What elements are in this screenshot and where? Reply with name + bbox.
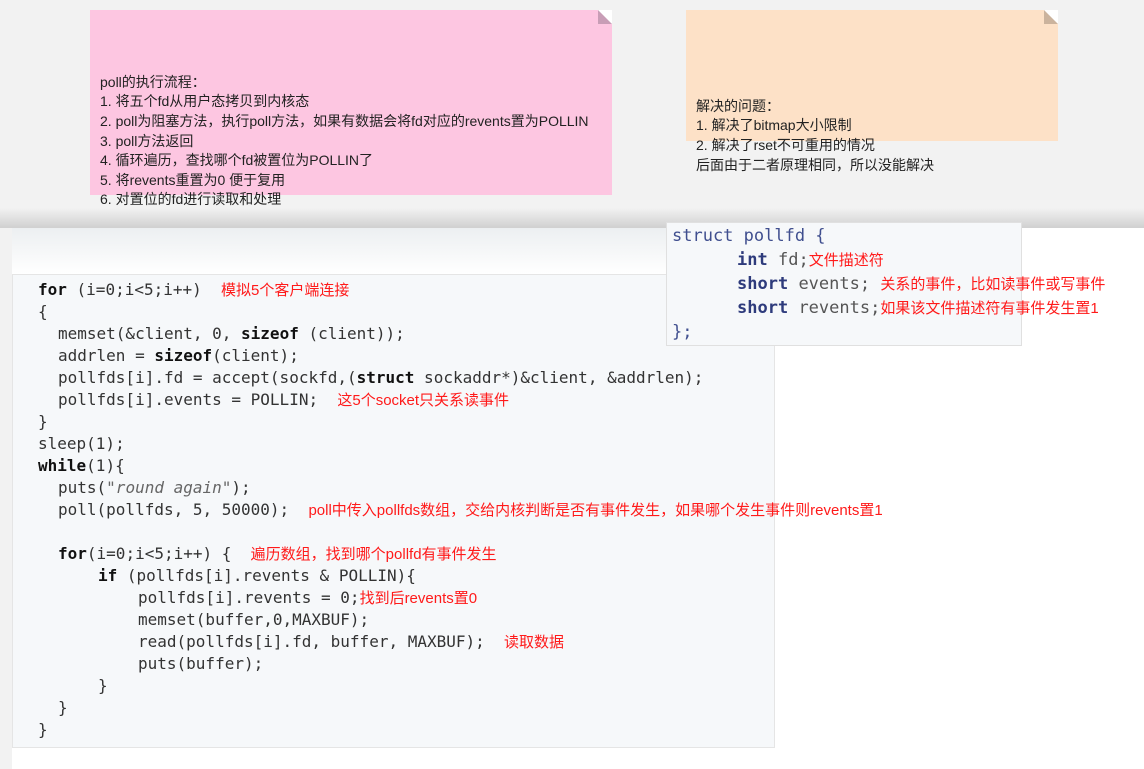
code-line: } <box>38 411 48 433</box>
keyword: while <box>38 456 87 475</box>
code-text: pollfds[i].events = POLLIN; <box>58 390 319 409</box>
code-text: memset(&client, 0, <box>58 324 242 343</box>
code-line: } <box>58 697 68 719</box>
code-text: (1){ <box>86 456 125 475</box>
code-text: sockaddr*)&client, &addrlen); <box>414 368 704 387</box>
field-name: events; <box>798 274 871 294</box>
screenshot: poll的执行流程： 1. 将五个fd从用户态拷贝到内核态 2. poll为阻塞… <box>0 0 1144 769</box>
field-annotation: 文件描述符 <box>808 252 884 269</box>
code-text: } <box>58 698 68 717</box>
field-annotation: 关系的事件，比如读事件或写事件 <box>880 276 1106 293</box>
note-fold-corner <box>598 10 612 24</box>
code-text: pollfds[i].fd = accept(sockfd,( <box>58 368 357 387</box>
code-text: read(pollfds[i].fd, buffer, MAXBUF); <box>138 632 485 651</box>
code-annotation: 找到后revents置0 <box>359 590 478 607</box>
code-annotation: 读取数据 <box>504 634 565 651</box>
code-line: sleep(1); <box>38 433 125 455</box>
poll-flow-note: poll的执行流程： 1. 将五个fd从用户态拷贝到内核态 2. poll为阻塞… <box>90 10 612 207</box>
code-text: } <box>38 720 48 739</box>
code-line: puts(buffer); <box>138 653 263 675</box>
code-line: poll(pollfds, 5, 50000); poll中传入pollfds数… <box>58 499 883 522</box>
struct-field-events: short events; 关系的事件，比如读事件或写事件 <box>737 272 1105 297</box>
code-text: } <box>38 412 48 431</box>
code-text: poll(pollfds, 5, 50000); <box>58 500 290 519</box>
field-name: revents; <box>798 298 881 318</box>
code-text: ); <box>231 478 251 497</box>
code-line: pollfds[i].revents = 0;找到后revents置0 <box>138 587 477 610</box>
field-name: fd; <box>777 250 809 270</box>
note-fold-corner <box>1044 10 1058 24</box>
struct-field-revents: short revents;如果该文件描述符有事件发生置1 <box>737 296 1099 321</box>
string-literal: "round again" <box>106 478 232 497</box>
code-annotation: 这5个socket只关系读事件 <box>337 392 510 409</box>
code-line: memset(&client, 0, sizeof (client)); <box>58 323 405 345</box>
keyword: sizeof <box>241 324 299 343</box>
code-line: puts("round again"); <box>58 477 251 499</box>
code-line: addrlen = sizeof(client); <box>58 345 299 367</box>
code-line: pollfds[i].events = POLLIN; 这5个socket只关系… <box>58 389 509 412</box>
code-text: (i=0;i<5;i++) { <box>86 544 232 563</box>
code-text: puts(buffer); <box>138 654 264 673</box>
field-annotation: 如果该文件描述符有事件发生置1 <box>880 300 1099 317</box>
code-line: } <box>98 675 108 697</box>
struct-close: }; <box>672 320 692 344</box>
code-text: (pollfds[i].revents & POLLIN){ <box>117 566 416 585</box>
code-text: addrlen = <box>58 346 155 365</box>
solved-problems-note-text: 解决的问题： 1. 解决了bitmap大小限制 2. 解决了rset不可重用的情… <box>696 97 934 173</box>
keyword: for <box>38 280 67 299</box>
code-line: memset(buffer,0,MAXBUF); <box>138 609 369 631</box>
code-text: (client); <box>212 346 299 365</box>
code-line: } <box>38 719 48 741</box>
code-line: pollfds[i].fd = accept(sockfd,(struct so… <box>58 367 703 389</box>
code-text: (client)); <box>298 324 405 343</box>
code-line: read(pollfds[i].fd, buffer, MAXBUF); 读取数… <box>138 631 564 654</box>
keyword: for <box>58 544 87 563</box>
code-area-fade <box>12 228 667 274</box>
code-text: } <box>98 676 108 695</box>
struct-close-text: }; <box>672 322 693 342</box>
field-type: int <box>737 250 768 270</box>
solved-problems-note: 解决的问题： 1. 解决了bitmap大小限制 2. 解决了rset不可重用的情… <box>686 10 1058 173</box>
code-annotation: poll中传入pollfds数组，交给内核判断是否有事件发生，如果哪个发生事件则… <box>308 502 883 519</box>
code-bottom <box>12 748 775 769</box>
struct-field-fd: int fd;文件描述符 <box>737 248 884 273</box>
code-line: { <box>38 301 48 323</box>
code-text: (i=0;i<5;i++) <box>66 280 202 299</box>
struct-header-text: struct pollfd { <box>672 226 826 246</box>
code-text: { <box>38 302 48 321</box>
code-text: puts( <box>58 478 107 497</box>
field-type: short <box>737 274 789 294</box>
keyword: if <box>98 566 118 585</box>
code-line: while(1){ <box>38 455 125 477</box>
keyword: struct <box>356 368 415 387</box>
code-line: if (pollfds[i].revents & POLLIN){ <box>98 565 416 587</box>
poll-flow-note-text: poll的执行流程： 1. 将五个fd从用户态拷贝到内核态 2. poll为阻塞… <box>100 73 589 208</box>
code-text: sleep(1); <box>38 434 125 453</box>
struct-header: struct pollfd { <box>672 224 826 248</box>
keyword: sizeof <box>154 346 213 365</box>
code-text: pollfds[i].revents = 0; <box>138 588 360 607</box>
code-text: memset(buffer,0,MAXBUF); <box>138 610 370 629</box>
code-annotation: 遍历数组，找到哪个pollfd有事件发生 <box>250 546 497 563</box>
field-type: short <box>737 298 789 318</box>
code-annotation: 模拟5个客户端连接 <box>221 282 350 299</box>
code-line: for (i=0;i<5;i++) 模拟5个客户端连接 <box>38 279 349 302</box>
code-line: for(i=0;i<5;i++) { 遍历数组，找到哪个pollfd有事件发生 <box>58 543 497 566</box>
